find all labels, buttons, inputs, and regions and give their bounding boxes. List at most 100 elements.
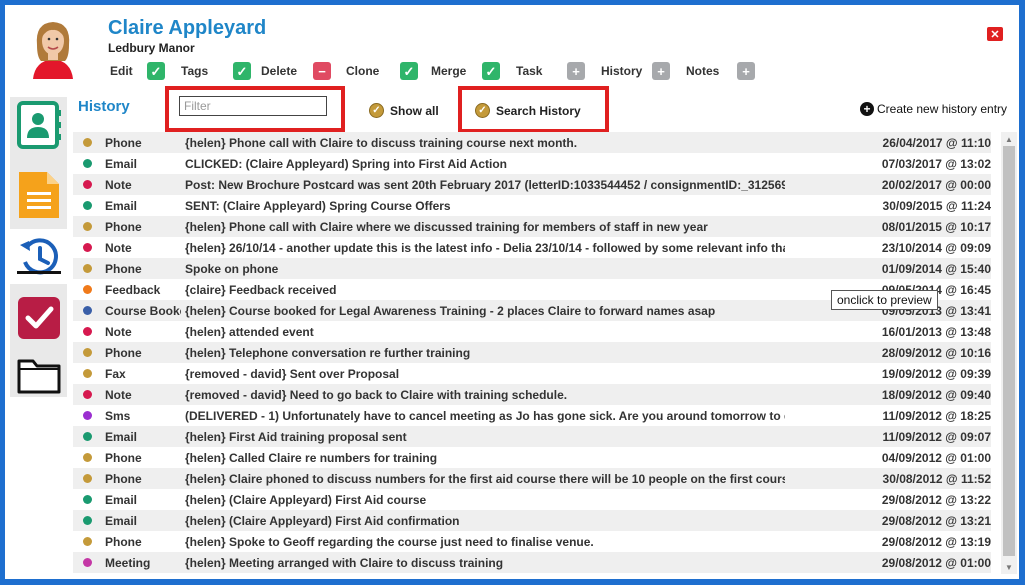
type-dot-icon bbox=[83, 201, 92, 210]
table-row[interactable]: Phone {helen} Phone call with Claire to d… bbox=[73, 132, 991, 153]
close-icon[interactable]: ✕ bbox=[987, 27, 1003, 41]
type-dot-icon bbox=[83, 138, 92, 147]
plus-icon[interactable]: + bbox=[737, 62, 755, 80]
search-history-option[interactable]: ✓ Search History bbox=[475, 103, 581, 118]
action-delete[interactable]: Delete − bbox=[261, 61, 332, 81]
history-table: Phone {helen} Phone call with Claire to d… bbox=[73, 132, 997, 574]
table-row[interactable]: Email CLICKED: (Claire Appleyard) Spring … bbox=[73, 153, 991, 174]
row-type: Course Booked bbox=[105, 303, 181, 318]
contact-company: Ledbury Manor bbox=[108, 41, 195, 55]
action-notes[interactable]: Notes + bbox=[686, 61, 756, 81]
type-dot-icon bbox=[83, 516, 92, 525]
vertical-scrollbar[interactable]: ▲ ▼ bbox=[1001, 132, 1017, 574]
table-row[interactable]: Fax {removed - david} Sent over Proposal 1… bbox=[73, 363, 991, 384]
row-date: 04/09/2012 @ 01:00 bbox=[881, 450, 991, 465]
row-date: 11/09/2012 @ 09:07 bbox=[882, 429, 991, 444]
table-row[interactable]: Note {helen} attended event 16/01/2013 @ 1… bbox=[73, 321, 991, 342]
type-dot-icon bbox=[83, 390, 92, 399]
row-description: {helen} Meeting arranged with Claire to … bbox=[185, 555, 504, 570]
check-icon[interactable]: ✓ bbox=[482, 62, 500, 80]
row-date: 18/09/2012 @ 09:40 bbox=[881, 387, 991, 402]
row-description: {helen} Phone call with Claire to discus… bbox=[185, 135, 578, 150]
create-history-entry-button[interactable]: + Create new history entry bbox=[860, 102, 1007, 116]
row-description: {helen} (Claire Appleyard) First Aid con… bbox=[185, 513, 460, 528]
table-row[interactable]: Phone Spoke on phone 01/09/2014 @ 15:40 bbox=[73, 258, 991, 279]
row-type: Meeting bbox=[105, 555, 151, 570]
table-row[interactable]: Email {helen} (Claire Appleyard) First Ai… bbox=[73, 489, 991, 510]
check-icon[interactable]: ✓ bbox=[147, 62, 165, 80]
table-row[interactable]: Phone {helen} Called Claire re numbers fo… bbox=[73, 447, 991, 468]
action-clone[interactable]: Clone ✓ bbox=[346, 61, 419, 81]
row-description: {helen} attended event bbox=[185, 324, 314, 339]
row-date: 08/01/2015 @ 10:17 bbox=[881, 219, 991, 234]
type-dot-icon bbox=[83, 432, 92, 441]
row-date: 16/01/2013 @ 13:48 bbox=[881, 324, 991, 339]
row-date: 11/09/2012 @ 18:25 bbox=[882, 408, 991, 423]
row-description: {helen} Phone call with Claire where we … bbox=[185, 219, 708, 234]
rail-tasks[interactable] bbox=[10, 290, 67, 345]
table-row[interactable]: Phone {helen} Telephone conversation re f… bbox=[73, 342, 991, 363]
action-edit[interactable]: Edit ✓ bbox=[110, 61, 166, 81]
rail-history[interactable] bbox=[10, 229, 67, 284]
row-type: Phone bbox=[105, 450, 142, 465]
type-dot-icon bbox=[83, 222, 92, 231]
row-type: Email bbox=[105, 429, 138, 444]
row-type: Phone bbox=[105, 471, 142, 486]
table-row[interactable]: Phone {helen} Phone call with Claire wher… bbox=[73, 216, 991, 237]
row-type: Phone bbox=[105, 219, 142, 234]
table-row[interactable]: Email {helen} First Aid training proposal… bbox=[73, 426, 991, 447]
table-row[interactable]: Note Post: New Brochure Postcard was sent… bbox=[73, 174, 991, 195]
table-row[interactable]: Note {helen} 26/10/14 - another update th… bbox=[73, 237, 991, 258]
contact-header: Claire Appleyard Ledbury Manor Edit ✓ Ta… bbox=[5, 5, 1019, 93]
scroll-down-icon[interactable]: ▼ bbox=[1001, 560, 1017, 574]
plus-icon[interactable]: + bbox=[652, 62, 670, 80]
row-type: Note bbox=[105, 177, 132, 192]
filter-input[interactable] bbox=[179, 96, 327, 116]
table-row[interactable]: Phone {helen} Claire phoned to discuss nu… bbox=[73, 468, 991, 489]
row-description: Post: New Brochure Postcard was sent 20t… bbox=[185, 177, 785, 192]
table-row[interactable]: Email {helen} (Claire Appleyard) First Ai… bbox=[73, 510, 991, 531]
row-description: Spoke on phone bbox=[185, 261, 279, 276]
row-type: Note bbox=[105, 387, 132, 402]
rail-documents[interactable] bbox=[10, 167, 67, 222]
row-type: Note bbox=[105, 240, 132, 255]
search-history-label: Search History bbox=[496, 103, 581, 118]
check-icon[interactable]: ✓ bbox=[400, 62, 418, 80]
row-description: {removed - david} Sent over Proposal bbox=[185, 366, 400, 381]
row-description: {helen} Telephone conversation re furthe… bbox=[185, 345, 471, 360]
row-type: Feedback bbox=[105, 282, 161, 297]
radio-check-icon[interactable]: ✓ bbox=[369, 103, 384, 118]
rail-contact[interactable] bbox=[10, 97, 67, 152]
rail-folder[interactable] bbox=[10, 347, 67, 402]
row-description: {helen} First Aid training proposal sent bbox=[185, 429, 407, 444]
scroll-thumb[interactable] bbox=[1003, 146, 1015, 556]
row-description: {helen} Spoke to Geoff regarding the cou… bbox=[185, 534, 594, 549]
row-date: 29/08/2012 @ 13:19 bbox=[881, 534, 991, 549]
table-row[interactable]: Sms (DELIVERED - 1) Unfortunately have to… bbox=[73, 405, 991, 426]
row-type: Phone bbox=[105, 345, 142, 360]
action-label: Edit bbox=[110, 64, 133, 78]
action-label: Task bbox=[516, 64, 543, 78]
row-description: {helen} (Claire Appleyard) First Aid cou… bbox=[185, 492, 427, 507]
row-description: {helen} Course booked for Legal Awarenes… bbox=[185, 303, 716, 318]
action-tags[interactable]: Tags ✓ bbox=[181, 61, 252, 81]
contact-name: Claire Appleyard bbox=[108, 17, 267, 39]
type-dot-icon bbox=[83, 495, 92, 504]
scroll-up-icon[interactable]: ▲ bbox=[1001, 132, 1017, 146]
minus-icon[interactable]: − bbox=[313, 62, 331, 80]
table-row[interactable]: Phone {helen} Spoke to Geoff regarding th… bbox=[73, 531, 991, 552]
radio-check-icon[interactable]: ✓ bbox=[475, 103, 490, 118]
row-type: Email bbox=[105, 156, 138, 171]
action-history[interactable]: History + bbox=[601, 61, 671, 81]
check-icon[interactable]: ✓ bbox=[233, 62, 251, 80]
history-icon bbox=[16, 237, 61, 274]
action-merge[interactable]: Merge ✓ bbox=[431, 61, 501, 81]
type-dot-icon bbox=[83, 348, 92, 357]
show-all-option[interactable]: ✓ Show all bbox=[369, 103, 439, 118]
table-row[interactable]: Meeting {helen} Meeting arranged with Cla… bbox=[73, 552, 991, 573]
table-row[interactable]: Email SENT: (Claire Appleyard) Spring Cou… bbox=[73, 195, 991, 216]
action-label: Tags bbox=[181, 64, 209, 78]
action-task[interactable]: Task + bbox=[516, 61, 586, 81]
plus-icon[interactable]: + bbox=[567, 62, 585, 80]
table-row[interactable]: Note {removed - david} Need to go back to… bbox=[73, 384, 991, 405]
